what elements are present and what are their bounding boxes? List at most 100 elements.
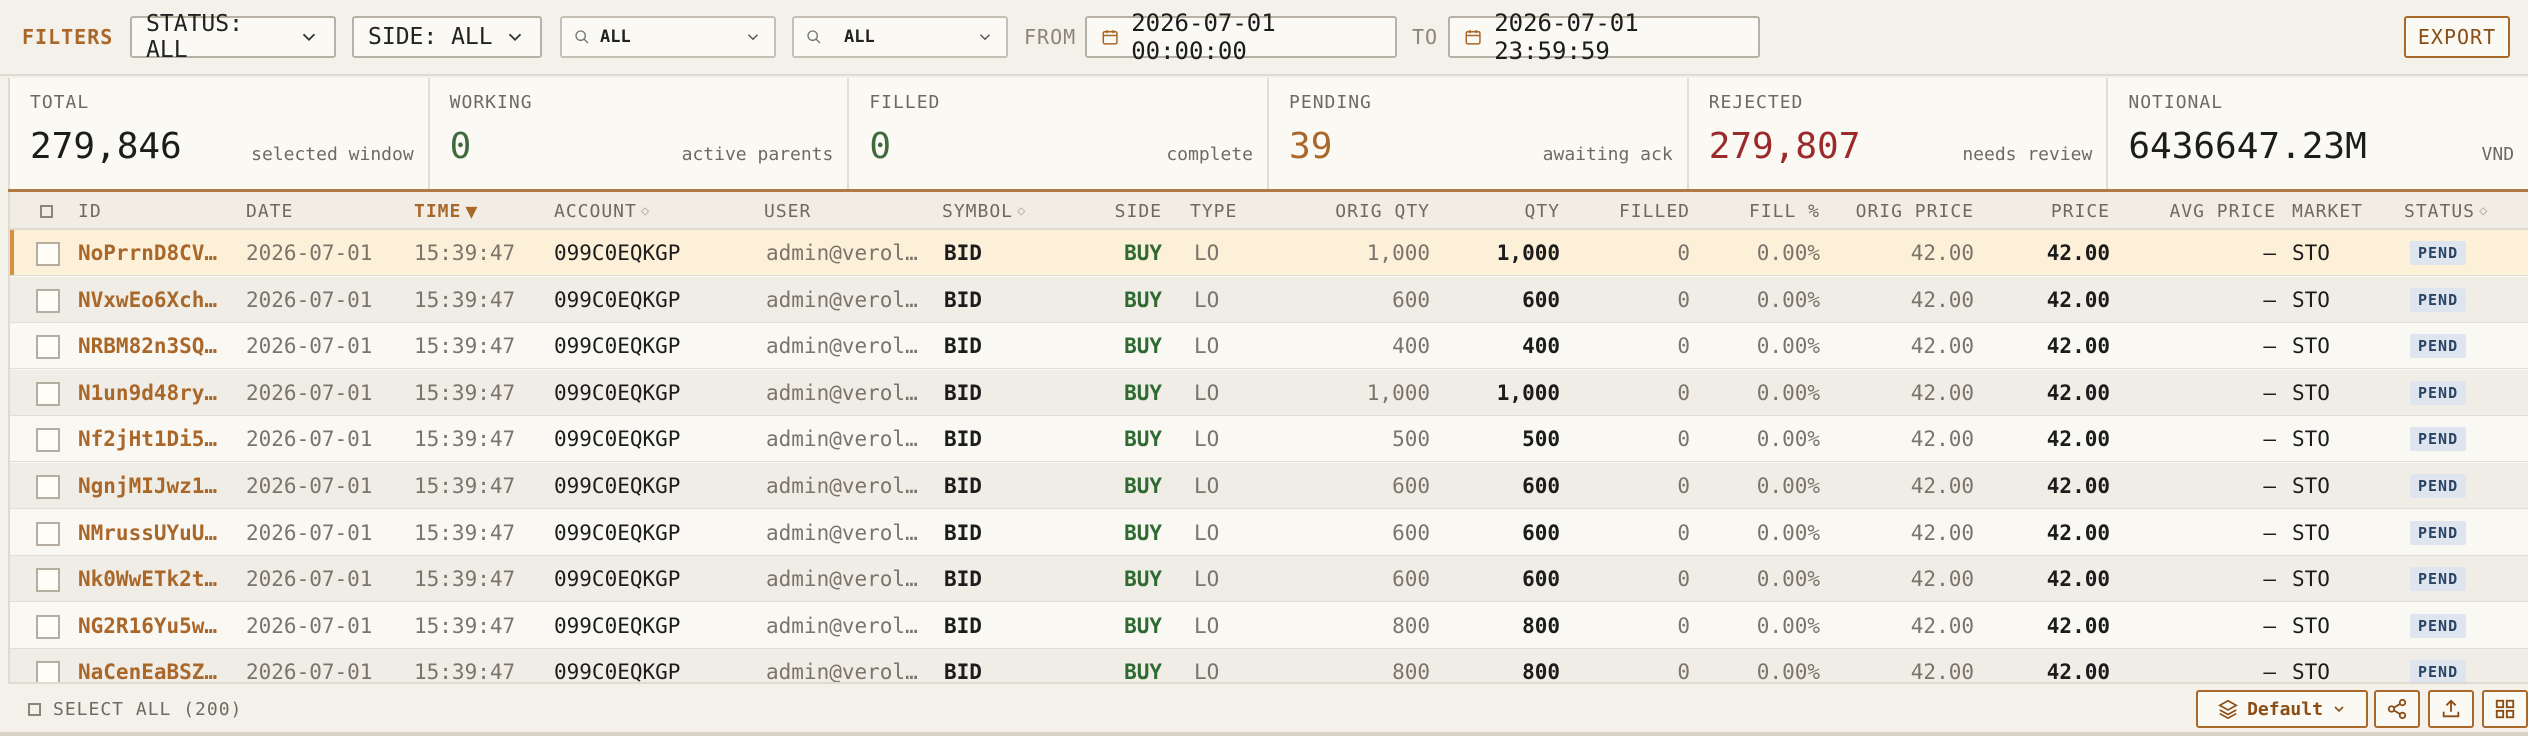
col-header-avg-price[interactable]: AVG PRICE: [2110, 192, 2276, 230]
col-header-account[interactable]: ACCOUNT ◇: [554, 192, 650, 230]
col-header-status[interactable]: STATUS ◇: [2404, 192, 2488, 230]
header-select-checkbox[interactable]: [40, 205, 53, 218]
cell-side: BUY: [1124, 287, 1162, 312]
cell-type: LO: [1194, 660, 1220, 682]
cell-id[interactable]: NVxwEo6Xch…: [78, 277, 238, 323]
cell-time: 15:39:47: [414, 427, 516, 452]
row-select-checkbox[interactable]: [36, 381, 60, 406]
col-header-orig-qty[interactable]: ORIG QTY: [1266, 192, 1430, 230]
upload-button[interactable]: [2428, 690, 2474, 728]
cell-id[interactable]: NaCenEaBSZ…: [78, 649, 238, 682]
table-header: ID DATE TIME ▼ ACCOUNT ◇ USER SYMBOL ◇ SIDE…: [10, 192, 2528, 230]
cell-id[interactable]: NMrussUYuU…: [78, 510, 238, 556]
stat-value: 39: [1289, 126, 1333, 167]
table-row[interactable]: NRBM82n3SQ… 2026-07-01 15:39:47 099C0EQKGP a…: [10, 323, 2528, 370]
col-header-side[interactable]: SIDE: [1080, 192, 1162, 230]
cell-user: admin@verol…: [766, 380, 918, 405]
cell-date: 2026-07-01: [246, 613, 373, 638]
cell-date: 2026-07-01: [246, 567, 373, 592]
col-header-id[interactable]: ID: [78, 192, 102, 230]
table-row[interactable]: Nf2jHt1Di5… 2026-07-01 15:39:47 099C0EQKGP a…: [10, 416, 2528, 463]
account-search-select[interactable]: ALL: [560, 16, 776, 58]
share-button[interactable]: [2374, 690, 2420, 728]
cell-id[interactable]: NG2R16Yu5w…: [78, 603, 238, 649]
table-row[interactable]: NaCenEaBSZ… 2026-07-01 15:39:47 099C0EQKGP a…: [10, 649, 2528, 682]
cell-account: 099C0EQKGP: [554, 567, 681, 592]
cell-status: PEND: [2410, 323, 2510, 369]
col-header-time[interactable]: TIME ▼: [414, 192, 478, 230]
status-filter-select[interactable]: STATUS: ALL: [130, 11, 336, 63]
table-row[interactable]: N1un9d48ry… 2026-07-01 15:39:47 099C0EQKGP a…: [10, 369, 2528, 416]
export-button[interactable]: EXPORT: [2404, 16, 2510, 58]
table-row[interactable]: NoPrrnD8CV… 2026-07-01 15:39:47 099C0EQKGP a…: [10, 230, 2528, 276]
share-icon: [2387, 698, 2407, 720]
col-header-price[interactable]: PRICE: [1974, 192, 2110, 230]
cell-time: 15:39:47: [414, 241, 516, 265]
cell-id[interactable]: NRBM82n3SQ…: [78, 323, 238, 369]
search-icon: [807, 30, 821, 44]
col-header-orig-price[interactable]: ORIG PRICE: [1820, 192, 1974, 230]
cell-fill-pct: 0.00%: [1756, 520, 1820, 545]
row-select-checkbox[interactable]: [36, 475, 60, 499]
cell-orig-qty: 1,000: [1366, 241, 1430, 265]
sort-icon: ◇: [640, 203, 651, 219]
cell-id[interactable]: NoPrrnD8CV…: [78, 230, 238, 276]
cell-orig-qty: 600: [1392, 287, 1430, 312]
row-select-checkbox[interactable]: [36, 242, 60, 266]
cell-id[interactable]: Nf2jHt1Di5…: [78, 416, 238, 462]
view-preset-select[interactable]: Default: [2196, 690, 2368, 728]
cell-status: PEND: [2410, 277, 2510, 323]
col-header-market[interactable]: MARKET: [2292, 192, 2363, 230]
row-select-checkbox[interactable]: [36, 521, 60, 546]
cell-id[interactable]: Nk0WwETk2t…: [78, 556, 238, 602]
cell-status: PEND: [2410, 463, 2510, 509]
cell-id[interactable]: NgnjMIJwz1…: [78, 463, 238, 509]
row-select-checkbox[interactable]: [36, 428, 60, 453]
col-label: SIDE: [1114, 200, 1162, 222]
cell-side: BUY: [1124, 241, 1162, 265]
chevron-down-icon: [979, 34, 991, 41]
cell-id[interactable]: N1un9d48ry…: [78, 370, 238, 416]
sort-icon: ◇: [1017, 203, 1027, 219]
row-select-checkbox[interactable]: [36, 335, 60, 360]
select-all-checkbox[interactable]: [28, 702, 41, 716]
to-date-input[interactable]: 2026-07-01 23:59:59: [1448, 9, 1760, 65]
cell-type: LO: [1194, 241, 1220, 265]
table-row[interactable]: NMrussUYuU… 2026-07-01 15:39:47 099C0EQKGP a…: [10, 509, 2528, 556]
cell-account: 099C0EQKGP: [554, 474, 681, 498]
row-select-checkbox[interactable]: [36, 568, 60, 593]
table-row[interactable]: NVxwEo6Xch… 2026-07-01 15:39:47 099C0EQKGP a…: [10, 276, 2528, 323]
cell-filled: 0: [1677, 660, 1690, 682]
cell-price: 42.00: [2046, 474, 2110, 498]
row-select-checkbox[interactable]: [36, 661, 60, 682]
cell-qty: 600: [1522, 474, 1560, 498]
status-badge: PEND: [2410, 520, 2467, 545]
cell-market: STO: [2292, 334, 2330, 359]
table-row[interactable]: NG2R16Yu5w… 2026-07-01 15:39:47 099C0EQKGP a…: [10, 602, 2528, 649]
grid-layout-button[interactable]: [2482, 690, 2528, 728]
col-header-qty[interactable]: QTY: [1430, 192, 1560, 230]
stat-sub: selected window: [251, 144, 414, 165]
col-label: QTY: [1524, 200, 1560, 222]
col-header-user[interactable]: USER: [764, 192, 811, 230]
cell-side: BUY: [1124, 520, 1162, 545]
cell-avg-price: —: [2263, 287, 2276, 312]
col-label: DATE: [246, 200, 294, 222]
stat-sub: active parents: [681, 144, 834, 165]
row-select-checkbox[interactable]: [36, 288, 60, 313]
col-header-type[interactable]: TYPE: [1190, 192, 1237, 230]
cell-side: BUY: [1124, 474, 1162, 498]
col-header-filled[interactable]: FILLED: [1560, 192, 1690, 230]
table-row[interactable]: Nk0WwETk2t… 2026-07-01 15:39:47 099C0EQKGP a…: [10, 556, 2528, 603]
from-date-input[interactable]: 2026-07-01 00:00:00: [1085, 9, 1397, 65]
col-header-date[interactable]: DATE: [246, 192, 293, 230]
col-header-fill-pct[interactable]: FILL %: [1690, 192, 1820, 230]
cell-price: 42.00: [2046, 520, 2110, 545]
symbol-search-select[interactable]: ALL: [792, 16, 1008, 58]
cell-type: LO: [1194, 567, 1220, 592]
row-select-checkbox[interactable]: [36, 614, 60, 639]
col-header-symbol[interactable]: SYMBOL ◇: [942, 192, 1026, 230]
select-all-control[interactable]: SELECT ALL (200): [28, 684, 242, 734]
side-filter-select[interactable]: SIDE: ALL: [352, 16, 542, 58]
table-row[interactable]: NgnjMIJwz1… 2026-07-01 15:39:47 099C0EQKGP a…: [10, 463, 2528, 509]
